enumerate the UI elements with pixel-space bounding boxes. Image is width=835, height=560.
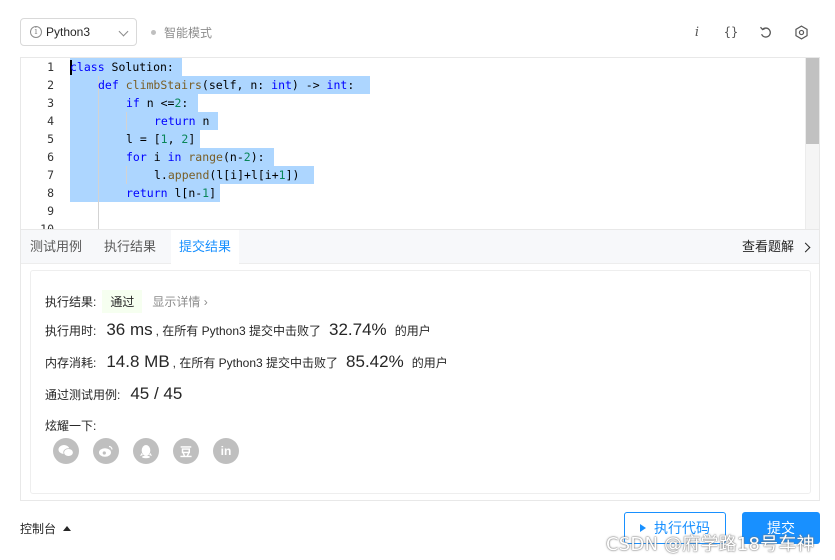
- runtime-suffix: 的用户: [394, 324, 431, 338]
- weibo-svg: [99, 445, 113, 457]
- douban-icon[interactable]: 豆: [173, 438, 199, 464]
- caret-up-icon: [63, 526, 72, 531]
- code-line-5: l = [1, 2]: [126, 132, 196, 146]
- tests-label: 通过测试用例:: [45, 388, 121, 402]
- runtime-value: 36 ms: [106, 320, 153, 339]
- runtime-percentile: 32.74%: [329, 320, 387, 339]
- line-number: 8: [47, 186, 54, 200]
- linkedin-icon[interactable]: in: [213, 438, 239, 464]
- editor-toolbar: i Python3 智能模式 i {}: [20, 18, 820, 46]
- chevron-right-icon: [800, 242, 811, 252]
- tests-value: 45 / 45: [130, 384, 183, 403]
- qq-icon[interactable]: [133, 438, 159, 464]
- csdn-watermark: CSDN @府学路18号车神: [606, 534, 815, 555]
- memory-suffix: 的用户: [411, 356, 448, 370]
- scrollbar-thumb[interactable]: [806, 58, 819, 144]
- memory-label: 内存消耗:: [45, 356, 97, 370]
- code-line-7: l.append(l[i]+l[i+1]): [154, 168, 300, 182]
- share-label: 炫耀一下:: [45, 419, 97, 433]
- info-glyph: i: [694, 24, 700, 40]
- info-icon[interactable]: i: [687, 22, 707, 42]
- smart-mode-label: 智能模式: [164, 26, 213, 40]
- memory-value: 14.8 MB: [106, 352, 170, 371]
- tab-run-result[interactable]: 执行结果: [104, 230, 156, 264]
- share-buttons: 豆 in: [53, 438, 253, 464]
- wechat-svg: [58, 445, 74, 457]
- undo-icon[interactable]: [756, 22, 776, 42]
- code-editor[interactable]: 1 2 3 4 5 6 7 8 9 10 class Solution: def…: [20, 57, 820, 229]
- indent-guide: [126, 112, 127, 130]
- code-text-area[interactable]: class Solution: def climbStairs(self, n:…: [70, 58, 805, 229]
- line-number: 5: [47, 132, 54, 146]
- code-line-2: def climbStairs(self, n: int) -> int:: [98, 78, 355, 92]
- mode-dot-icon: [151, 30, 156, 35]
- qq-svg: [140, 444, 152, 458]
- runtime-text: , 在所有 Python3 提交中击败了: [155, 324, 322, 338]
- language-select-value: Python3: [46, 25, 91, 39]
- share-row: 炫耀一下:: [45, 417, 96, 434]
- memory-row: 内存消耗: 14.8 MB , 在所有 Python3 提交中击败了 85.42…: [45, 352, 448, 372]
- memory-percentile: 85.42%: [346, 352, 404, 371]
- code-line-6: for i in range(n-2):: [126, 150, 265, 164]
- chevron-down-icon: [118, 26, 129, 37]
- code-line-3: if n <=2:: [126, 96, 189, 110]
- console-label: 控制台: [20, 522, 57, 536]
- view-solution-link[interactable]: 查看题解: [741, 230, 811, 264]
- line-number: 1: [47, 60, 54, 74]
- code-line-8: return l[n-1]: [126, 186, 217, 200]
- editor-scrollbar[interactable]: [805, 58, 819, 229]
- memory-text: , 在所有 Python3 提交中击败了: [172, 356, 339, 370]
- runtime-label: 执行用时:: [45, 324, 97, 338]
- line-number: 6: [47, 150, 54, 164]
- code-line-1: class Solution:: [70, 60, 174, 74]
- line-number: 9: [47, 204, 54, 218]
- console-toggle[interactable]: 控制台: [20, 520, 72, 537]
- line-number: 4: [47, 114, 54, 128]
- indent-guide: [126, 166, 127, 184]
- status-label: 执行结果:: [45, 295, 97, 309]
- code-line-4: return n: [154, 114, 210, 128]
- tab-submit-result[interactable]: 提交结果: [171, 230, 240, 265]
- status-badge: 通过: [102, 290, 143, 313]
- status-row: 执行结果: 通过 显示详情 ›: [45, 290, 208, 313]
- result-tabs: 测试用例 执行结果 提交结果 查看题解: [21, 230, 819, 265]
- weibo-icon[interactable]: [93, 438, 119, 464]
- wechat-icon[interactable]: [53, 438, 79, 464]
- line-number-gutter: 1 2 3 4 5 6 7 8 9 10: [21, 58, 71, 229]
- line-number: 3: [47, 96, 54, 110]
- braces-icon[interactable]: {}: [721, 22, 741, 42]
- gear-svg: [794, 24, 808, 40]
- linkedin-glyph: in: [220, 444, 232, 458]
- smart-mode-toggle[interactable]: 智能模式: [151, 24, 212, 41]
- info-circle-icon: i: [30, 26, 42, 38]
- tests-row: 通过测试用例: 45 / 45: [45, 384, 182, 404]
- tab-test-cases[interactable]: 测试用例: [30, 230, 82, 264]
- line-number: 2: [47, 78, 54, 92]
- result-panel: 测试用例 执行结果 提交结果 查看题解 执行结果: 通过 显示详情 › 执行用时…: [20, 229, 820, 501]
- view-solution-label: 查看题解: [741, 239, 794, 254]
- line-number: 10: [40, 222, 54, 229]
- douban-glyph: 豆: [179, 444, 192, 459]
- indent-guide: [98, 76, 99, 229]
- submission-result-card: 执行结果: 通过 显示详情 › 执行用时: 36 ms , 在所有 Python…: [30, 270, 811, 494]
- line-number: 7: [47, 168, 54, 182]
- show-details-link[interactable]: 显示详情 ›: [152, 293, 207, 310]
- undo-svg: [760, 26, 771, 38]
- settings-icon[interactable]: [791, 22, 811, 42]
- braces-glyph: {}: [723, 25, 739, 39]
- runtime-row: 执行用时: 36 ms , 在所有 Python3 提交中击败了 32.74% …: [45, 320, 431, 340]
- language-select[interactable]: i Python3: [20, 18, 137, 46]
